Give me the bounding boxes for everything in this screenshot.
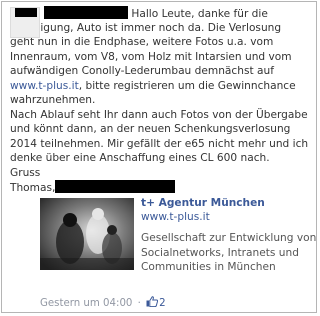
comment-line: wahrzunehmen. <box>10 94 96 106</box>
avatar[interactable] <box>10 7 40 38</box>
preview-image <box>40 198 134 270</box>
signature: Thomas, <box>10 182 56 194</box>
comment-line: Innenraum, vom V8, vom Holz mit Intarsie… <box>10 50 292 63</box>
comment-line: geht nun in die Endphase, weitere Fotos … <box>10 36 274 48</box>
redacted-name <box>44 6 128 19</box>
redacted-surname <box>55 180 176 193</box>
comment-line: aufwändigen Conolly-Lederumbau demnächst… <box>10 65 274 77</box>
preview-description-line: Communities in München <box>141 261 276 273</box>
preview-description-line: Socialnetworks, Intranets und <box>141 246 299 259</box>
comment-line: und könnt dann, an der neuen Schenkungsv… <box>10 123 291 135</box>
comment-footer: Gestern um 04:00 · 2 <box>40 296 166 312</box>
timestamp[interactable]: Gestern um 04:00 <box>40 298 132 309</box>
website-link[interactable]: www.t-plus.it <box>10 80 79 92</box>
preview-thumbnail[interactable] <box>40 198 134 270</box>
comment-line: Beteiligung, Auto ist immer noch da. Die… <box>10 21 282 34</box>
comment-text: Hallo Leute, danke für die <box>131 8 268 20</box>
comment-line: Hallo Leute, danke für die <box>10 6 310 21</box>
comment-line: 2014 teilnehmen. Mir gefällt der e65 nic… <box>10 137 309 150</box>
comment-body: Hallo Leute, danke für die Beteiligung, … <box>10 6 310 195</box>
thumbs-up-icon <box>146 296 159 307</box>
preview-description-line: Gesellschaft zur Entwicklung von <box>141 232 317 244</box>
preview-url[interactable]: www.t-plus.it <box>141 210 210 225</box>
comment-text: , bitte registrieren um die Gewinnchance <box>78 79 296 92</box>
comment-line: Nach Ablauf seht Ihr dann auch Fotos von… <box>10 108 308 121</box>
avatar-image <box>11 8 39 37</box>
comment-line: www.t-plus.it, bitte registrieren um die… <box>10 79 310 94</box>
preview-description: Gesellschaft zur Entwicklung von Socialn… <box>141 231 317 275</box>
separator: · <box>137 298 141 309</box>
comment-line: Gruss <box>10 166 41 179</box>
link-preview[interactable]: t+ Agentur München www.t-plus.it Gesells… <box>40 196 316 273</box>
signature-line: Thomas, <box>10 180 310 195</box>
comment-card: Hallo Leute, danke für die Beteiligung, … <box>1 1 317 313</box>
like-count-link[interactable]: 2 <box>146 296 166 309</box>
comment-line: denke über eine Anschaffung eines CL 600… <box>10 152 270 164</box>
like-count: 2 <box>159 298 166 309</box>
preview-title[interactable]: t+ Agentur München <box>141 196 265 211</box>
